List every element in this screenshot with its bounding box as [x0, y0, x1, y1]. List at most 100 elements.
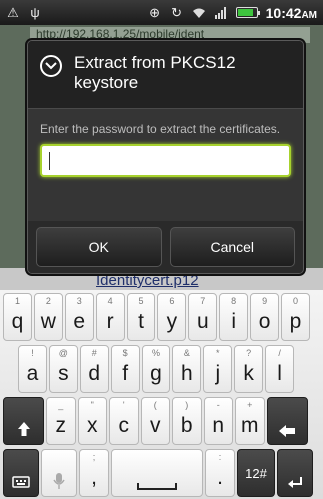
battery-icon	[235, 7, 260, 18]
key-label: k	[243, 362, 254, 385]
key-sub-label: 5	[138, 296, 144, 306]
key-sub-label: 2	[45, 296, 51, 306]
cancel-button[interactable]: Cancel	[169, 227, 295, 267]
key-label: w	[40, 310, 56, 333]
backspace-icon	[279, 425, 295, 437]
key-sub-label: 6	[169, 296, 175, 306]
keyboard-row-1: 1q2w3e4r5t6y7u8i9o0p	[2, 293, 321, 343]
period-key[interactable]: :.	[205, 449, 235, 497]
key-label: n	[212, 414, 225, 437]
gps-icon: ⊕	[149, 4, 161, 20]
comma-key[interactable]: ;,	[79, 449, 109, 497]
key-label: s	[58, 362, 69, 385]
space-bar-icon	[137, 483, 177, 490]
key-label: z	[55, 414, 67, 437]
warning-icon: ⚠	[7, 4, 19, 20]
key-sub-label: &	[183, 348, 190, 358]
key-sub-label: (	[153, 400, 157, 410]
key-a[interactable]: ! a	[18, 345, 47, 393]
key-w[interactable]: 2w	[33, 293, 63, 341]
key-e[interactable]: 3e	[64, 293, 94, 341]
key-label: c	[118, 414, 130, 437]
keyboard-settings-key[interactable]	[3, 449, 39, 497]
usb-icon: ψ	[30, 5, 40, 20]
key-q[interactable]: 1q	[3, 293, 32, 341]
key-sub-label: *	[216, 348, 220, 358]
key-label: e	[73, 310, 86, 333]
key-sub-label: +	[247, 400, 253, 410]
keyboard-row-4: ;, :. 12#	[2, 449, 321, 499]
key-h[interactable]: & h	[172, 345, 202, 393]
keyboard-row-2: ! a @ s # d $ f% g & h * j? k / l	[2, 345, 321, 395]
key-m[interactable]: + m	[235, 397, 265, 445]
key-sub-label: @	[58, 348, 68, 358]
key-label: d	[88, 362, 101, 385]
key-label: t	[138, 310, 144, 333]
key-p[interactable]: 0p	[281, 293, 310, 341]
key-o[interactable]: 9o	[250, 293, 280, 341]
key-sub-label: 9	[262, 296, 268, 306]
key-sub-label: 7	[200, 296, 206, 306]
key-label: b	[180, 414, 193, 437]
ok-button[interactable]: OK	[36, 227, 162, 267]
key-label: f	[122, 362, 129, 385]
key-label: h	[181, 362, 193, 385]
key-sub-label: "	[90, 400, 94, 410]
backspace-key[interactable]	[266, 397, 308, 445]
key-label: j	[215, 362, 221, 385]
key-sub-label: 3	[76, 296, 82, 306]
key-c[interactable]: ' c	[109, 397, 139, 445]
key-label: x	[87, 414, 98, 437]
text-caret	[49, 152, 50, 170]
chevron-down-circle-icon	[40, 55, 62, 77]
keyboard-row-3: _ z " x ' c(v) b - n + m	[2, 397, 321, 447]
sync-icon: ↻	[171, 4, 183, 20]
microphone-key[interactable]	[41, 449, 77, 497]
key-k[interactable]: ? k	[234, 345, 264, 393]
key-f[interactable]: $ f	[110, 345, 140, 393]
key-d[interactable]: # d	[79, 345, 109, 393]
key-sub-label: !	[31, 348, 34, 358]
key-sub-label: -	[216, 400, 220, 410]
key-sub-label: 8	[231, 296, 237, 306]
key-sub-label: '	[122, 400, 125, 410]
key-sub-label: /	[278, 348, 281, 358]
key-s[interactable]: @ s	[48, 345, 78, 393]
password-input[interactable]	[40, 144, 291, 177]
key-l[interactable]: / l	[265, 345, 295, 393]
symbols-key[interactable]: 12#	[237, 449, 275, 497]
key-label: v	[150, 414, 161, 437]
key-v[interactable]: (v	[140, 397, 170, 445]
key-u[interactable]: 7u	[188, 293, 218, 341]
key-y[interactable]: 6y	[157, 293, 187, 341]
microphone-icon	[53, 473, 65, 489]
key-b[interactable]: ) b	[172, 397, 202, 445]
dialog-body: Enter the password to extract the certif…	[28, 109, 303, 221]
enter-icon	[288, 477, 302, 488]
space-key[interactable]	[111, 449, 203, 497]
extract-dialog: Extract from PKCS12 keystore Enter the p…	[27, 40, 304, 274]
signal-icon	[214, 6, 228, 20]
key-t[interactable]: 5t	[126, 293, 156, 341]
key-i[interactable]: 8i	[219, 293, 249, 341]
key-r[interactable]: 4r	[95, 293, 125, 341]
key-g[interactable]: % g	[141, 345, 171, 393]
key-x[interactable]: " x	[77, 397, 107, 445]
key-sub-label: $	[122, 348, 128, 358]
key-label: u	[196, 310, 209, 333]
key-sub-label: 4	[107, 296, 113, 306]
shift-arrow-icon	[17, 422, 30, 436]
dialog-title: Extract from PKCS12 keystore	[74, 53, 236, 92]
key-label: i	[231, 310, 237, 333]
enter-key[interactable]	[277, 449, 313, 497]
key-j[interactable]: * j	[203, 345, 233, 393]
shift-key[interactable]	[3, 397, 44, 445]
key-label: r	[106, 310, 114, 333]
soft-keyboard: 1q2w3e4r5t6y7u8i9o0p ! a @ s # d $ f% g & h * j? k / l …	[0, 290, 323, 499]
key-sub-label: #	[91, 348, 97, 358]
key-z[interactable]: _ z	[46, 397, 76, 445]
key-sub-label: 0	[292, 296, 298, 306]
background-file-link: Identitycert.p12	[96, 272, 199, 289]
key-n[interactable]: -n	[203, 397, 233, 445]
dialog-buttons: OK Cancel	[28, 221, 303, 273]
